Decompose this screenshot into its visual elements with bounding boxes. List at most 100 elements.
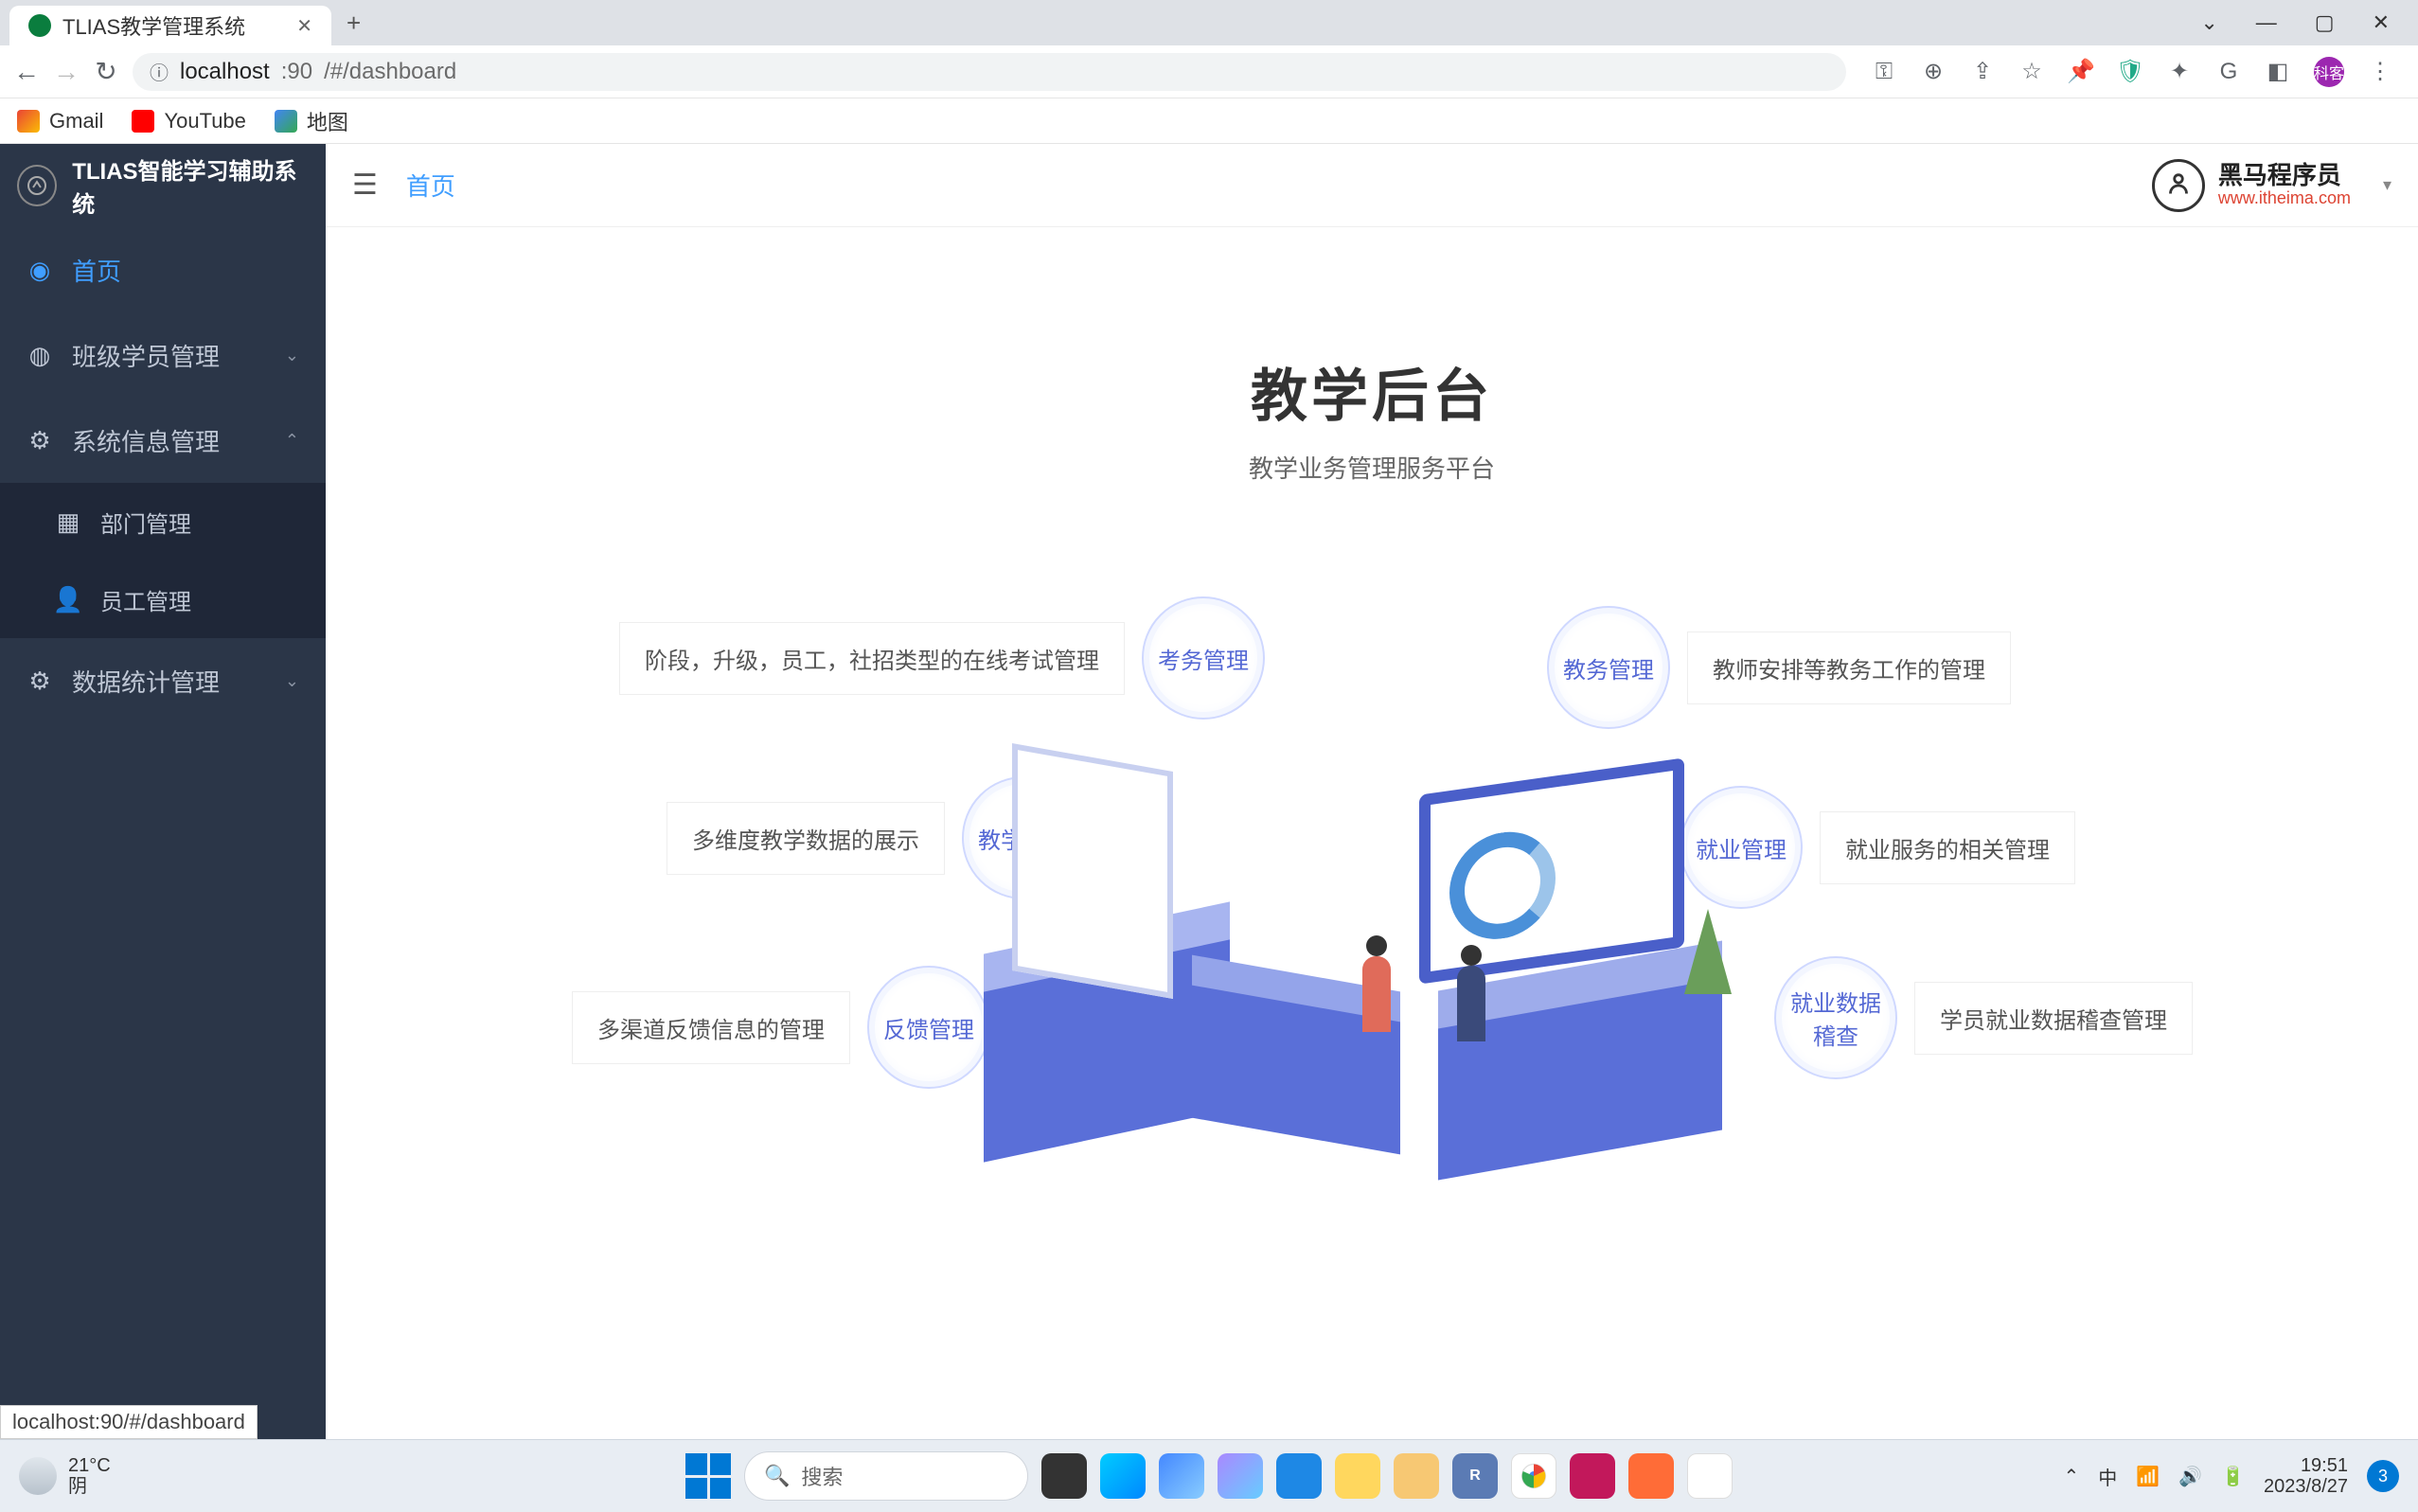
node-emp-audit: 学员就业数据稽查管理 就业数据稽查 bbox=[1774, 956, 2193, 1079]
sidebar-menu: ◉ 首页 ◍ 班级学员管理 ⌄ ⚙ 系统信息管理 ⌃ ▦ 部门管理 👤 bbox=[0, 227, 326, 723]
node-edu-admin-label: 教师安排等教务工作的管理 bbox=[1687, 631, 2011, 704]
window-controls: ⌄ — ▢ ✕ bbox=[2172, 10, 2418, 35]
window-minimize-button[interactable]: — bbox=[2256, 10, 2277, 35]
node-exam-bubble: 考务管理 bbox=[1142, 596, 1265, 720]
taskbar-app-store[interactable] bbox=[1159, 1453, 1204, 1499]
weather-icon bbox=[19, 1457, 57, 1495]
caret-down-icon[interactable]: ▾ bbox=[2383, 175, 2391, 195]
node-emp-audit-label: 学员就业数据稽查管理 bbox=[1914, 982, 2193, 1055]
chevron-down-icon: ⌄ bbox=[285, 671, 299, 691]
taskbar-center: 🔍 搜索 R bbox=[685, 1451, 1733, 1501]
chevron-up-icon: ⌃ bbox=[285, 431, 299, 451]
sidebar-item-stats-mgmt[interactable]: ⚙ 数据统计管理 ⌄ bbox=[0, 638, 326, 723]
node-teach-data-label: 多维度教学数据的展示 bbox=[667, 802, 945, 875]
tray-chevron-icon[interactable]: ⌃ bbox=[2064, 1465, 2080, 1488]
extensions-icon[interactable]: ✦ bbox=[2166, 59, 2193, 85]
node-emp-audit-bubble: 就业数据稽查 bbox=[1774, 956, 1897, 1079]
url-port: :90 bbox=[281, 59, 312, 85]
sidebar-collapse-icon[interactable]: ☰ bbox=[352, 169, 378, 202]
youtube-icon bbox=[132, 110, 154, 133]
taskbar-app-r[interactable]: R bbox=[1452, 1453, 1498, 1499]
taskbar-app-terminal[interactable] bbox=[1041, 1453, 1087, 1499]
address-bar: ← → ↻ ⓘ localhost:90/#/dashboard ⚿ ⊕ ⇪ ☆… bbox=[0, 45, 2418, 98]
dashboard-icon: ◉ bbox=[27, 256, 53, 285]
tab-title: TLIAS教学管理系统 bbox=[62, 10, 245, 41]
bookmark-map[interactable]: 地图 bbox=[275, 106, 348, 136]
taskbar-app-snip[interactable] bbox=[1687, 1453, 1733, 1499]
tab-bar: TLIAS教学管理系统 ✕ + ⌄ — ▢ ✕ bbox=[0, 0, 2418, 45]
taskbar-app-copilot[interactable] bbox=[1218, 1453, 1263, 1499]
tray-ime[interactable]: 中 bbox=[2098, 1463, 2117, 1490]
battery-icon[interactable]: 🔋 bbox=[2221, 1465, 2245, 1488]
share-icon[interactable]: ⇪ bbox=[1969, 59, 1996, 85]
search-placeholder: 搜索 bbox=[801, 1461, 843, 1491]
bookmark-youtube[interactable]: YouTube bbox=[132, 109, 245, 133]
taskbar-app-python[interactable] bbox=[1335, 1453, 1380, 1499]
node-edu-admin: 教师安排等教务工作的管理 教务管理 bbox=[1547, 606, 2011, 729]
taskbar-search[interactable]: 🔍 搜索 bbox=[744, 1451, 1028, 1501]
taskbar-weather[interactable]: 21°C 阴 bbox=[19, 1455, 111, 1497]
brand-text: 黑马程序员 www.itheima.com bbox=[2218, 162, 2351, 207]
brand-logo-icon bbox=[2152, 159, 2205, 212]
browser-tab[interactable]: TLIAS教学管理系统 ✕ bbox=[9, 6, 331, 45]
sidebar-item-sys-mgmt[interactable]: ⚙ 系统信息管理 ⌃ bbox=[0, 398, 326, 483]
zoom-icon[interactable]: ⊕ bbox=[1920, 59, 1947, 85]
taskbar-app-idea[interactable] bbox=[1570, 1453, 1615, 1499]
taskbar-app-postman[interactable] bbox=[1628, 1453, 1674, 1499]
bookmark-gmail[interactable]: Gmail bbox=[17, 109, 103, 133]
app-logo-icon bbox=[17, 165, 57, 206]
site-info-icon[interactable]: ⓘ bbox=[150, 58, 169, 85]
bookmarks-bar: Gmail YouTube 地图 bbox=[0, 98, 2418, 144]
volume-icon[interactable]: 🔊 bbox=[2178, 1465, 2202, 1488]
profile-avatar[interactable]: 科客 bbox=[2314, 57, 2344, 87]
wifi-icon[interactable]: 📶 bbox=[2136, 1465, 2160, 1488]
node-feedback-bubble: 反馈管理 bbox=[867, 966, 990, 1089]
users-icon: ◍ bbox=[27, 341, 53, 370]
chevron-down-icon[interactable]: ⌄ bbox=[2200, 10, 2217, 35]
window-close-button[interactable]: ✕ bbox=[2373, 10, 2390, 35]
nav-reload-button[interactable]: ↻ bbox=[93, 56, 119, 87]
node-exam: 阶段，升级，员工，社招类型的在线考试管理 考务管理 bbox=[619, 596, 1265, 720]
kebab-menu-icon[interactable]: ⋮ bbox=[2367, 59, 2393, 85]
new-tab-button[interactable]: + bbox=[331, 9, 376, 38]
ext-shield-icon[interactable]: 🛡 bbox=[2117, 59, 2143, 85]
tray-clock[interactable]: 19:51 2023/8/27 bbox=[2264, 1455, 2348, 1497]
map-icon bbox=[275, 110, 297, 133]
brand-block[interactable]: 黑马程序员 www.itheima.com ▾ bbox=[2152, 159, 2391, 212]
password-key-icon[interactable]: ⚿ bbox=[1871, 59, 1897, 85]
sidebar-item-emp-mgmt[interactable]: 👤 员工管理 bbox=[0, 560, 326, 638]
nav-back-button[interactable]: ← bbox=[13, 57, 40, 87]
ext-pin-icon[interactable]: 📌 bbox=[2068, 59, 2094, 85]
side-panel-icon[interactable]: ◧ bbox=[2265, 59, 2291, 85]
bookmark-star-icon[interactable]: ☆ bbox=[2018, 59, 2045, 85]
sidebar-item-home[interactable]: ◉ 首页 bbox=[0, 227, 326, 312]
nav-forward-button[interactable]: → bbox=[53, 57, 80, 87]
node-feedback-label: 多渠道反馈信息的管理 bbox=[572, 991, 850, 1064]
app-logo-row: TLIAS智能学习辅助系统 bbox=[0, 144, 326, 227]
hero-title: 教学后台 bbox=[1249, 350, 1495, 433]
app-shell: TLIAS智能学习辅助系统 ◉ 首页 ◍ 班级学员管理 ⌄ ⚙ 系统信息管理 ⌃… bbox=[0, 144, 2418, 1441]
url-input[interactable]: ⓘ localhost:90/#/dashboard bbox=[133, 53, 1846, 91]
person-icon: 👤 bbox=[55, 585, 81, 614]
browser-chrome: TLIAS教学管理系统 ✕ + ⌄ — ▢ ✕ ← → ↻ ⓘ localhos… bbox=[0, 0, 2418, 144]
window-maximize-button[interactable]: ▢ bbox=[2315, 10, 2335, 35]
breadcrumb-home[interactable]: 首页 bbox=[406, 168, 455, 203]
taskbar-app-edge[interactable] bbox=[1100, 1453, 1146, 1499]
tab-favicon-icon bbox=[28, 14, 51, 37]
weather-temp: 21°C bbox=[68, 1455, 111, 1476]
weather-cond: 阴 bbox=[68, 1476, 111, 1497]
taskbar-app-blue[interactable] bbox=[1276, 1453, 1322, 1499]
taskbar-app-chrome[interactable] bbox=[1511, 1453, 1556, 1499]
sidebar-item-dept-mgmt[interactable]: ▦ 部门管理 bbox=[0, 483, 326, 560]
sidebar-submenu-sys: ▦ 部门管理 👤 员工管理 bbox=[0, 483, 326, 638]
start-button[interactable] bbox=[685, 1453, 731, 1499]
dashboard-content: 教学后台 教学业务管理服务平台 阶段，升级，员工，社招类型的在线考试管理 考务管… bbox=[326, 227, 2418, 1441]
gmail-icon bbox=[17, 110, 40, 133]
notification-badge[interactable]: 3 bbox=[2367, 1460, 2399, 1492]
gear-icon: ⚙ bbox=[27, 667, 53, 696]
google-account-icon[interactable]: G bbox=[2215, 59, 2242, 85]
tab-close-icon[interactable]: ✕ bbox=[296, 14, 312, 38]
sidebar-item-class-mgmt[interactable]: ◍ 班级学员管理 ⌄ bbox=[0, 312, 326, 398]
app-title: TLIAS智能学习辅助系统 bbox=[72, 152, 309, 219]
taskbar-app-explorer[interactable] bbox=[1394, 1453, 1439, 1499]
